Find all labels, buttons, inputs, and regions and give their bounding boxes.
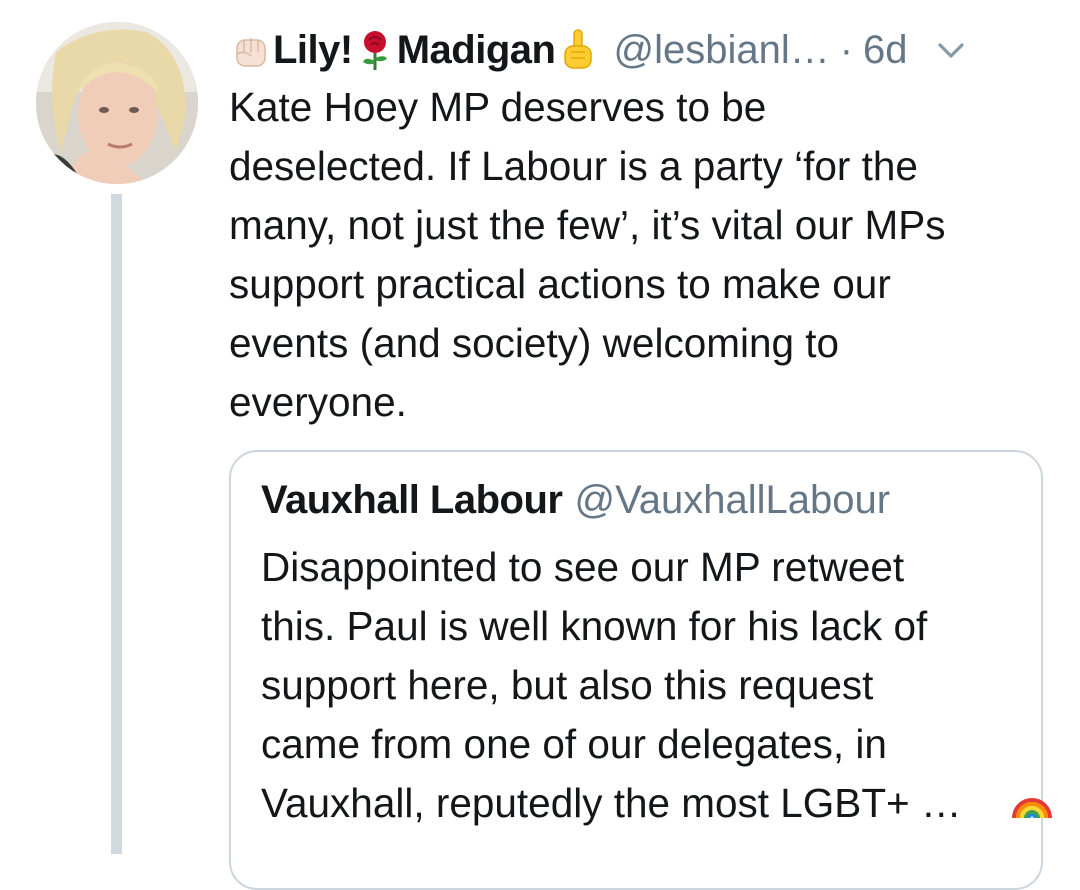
tweet-text-line: many, not just the few’, it’s vital our … <box>229 202 946 248</box>
tweet-text: Kate Hoey MP deserves to be deselected. … <box>229 78 1049 432</box>
tweet-header: Lily! Madigan @lesbianl… · 6d <box>229 22 1059 78</box>
chevron-down-icon[interactable] <box>934 33 968 67</box>
rose-emoji <box>353 28 397 72</box>
rainbow-emoji <box>1010 778 1054 822</box>
author-name-last[interactable]: Madigan <box>397 28 556 73</box>
quoted-text-line: came from one of our delegates, in <box>261 721 887 767</box>
quoted-text-line: Disappointed to see our MP retweet <box>261 544 905 590</box>
quoted-text-line: this. Paul is well known for his lack of <box>261 603 928 649</box>
author-handle[interactable]: @lesbianl… <box>613 28 829 73</box>
separator: · <box>839 27 854 72</box>
pointing-up-emoji <box>555 28 599 72</box>
quoted-text-line: support here, but also this request <box>261 662 874 708</box>
tweet-text-line: deselected. If Labour is a party ‘for th… <box>229 143 918 189</box>
raised-fist-emoji <box>229 28 273 72</box>
quoted-tweet-card[interactable]: Vauxhall Labour @VauxhallLabour Disappoin… <box>229 450 1043 890</box>
quoted-text-line: Vauxhall, reputedly the most LGBT+ … <box>261 780 962 826</box>
quoted-author-handle[interactable]: @VauxhallLabour <box>574 478 890 522</box>
avatar[interactable] <box>36 22 198 184</box>
timestamp[interactable]: 6d <box>863 28 908 73</box>
tweet-text-line: events (and society) welcoming to <box>229 320 840 366</box>
thread-line <box>111 194 122 854</box>
tweet-text-line: everyone. <box>229 379 407 425</box>
tweet-text-line: support practical actions to make our <box>229 261 891 307</box>
tweet-text-line: Kate Hoey MP deserves to be <box>229 84 767 130</box>
quoted-tweet-header: Vauxhall Labour @VauxhallLabour <box>261 478 890 523</box>
author-name[interactable]: Lily! <box>273 28 353 73</box>
quoted-tweet-text: Disappointed to see our MP retweet this.… <box>261 538 1031 833</box>
quoted-author-name[interactable]: Vauxhall Labour <box>261 478 563 522</box>
